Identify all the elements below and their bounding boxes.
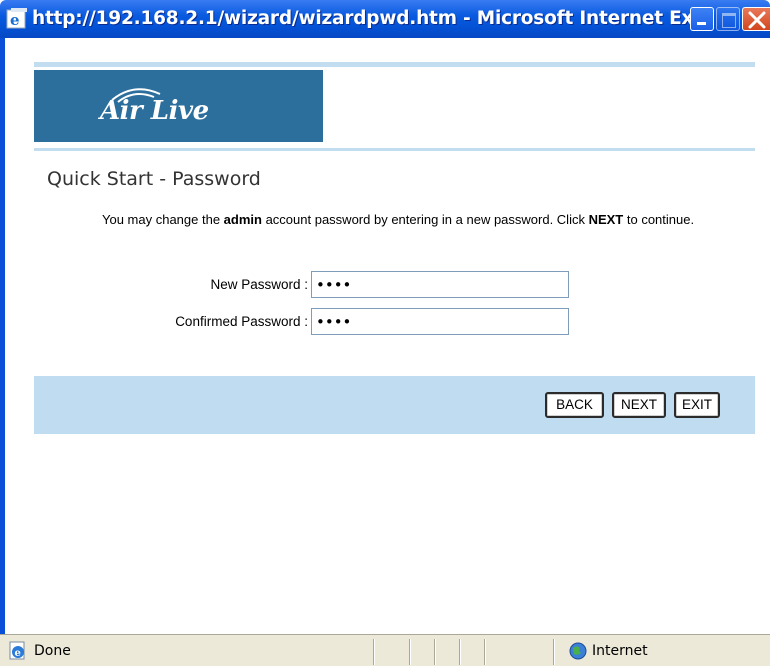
confirm-password-input[interactable] <box>311 308 569 335</box>
header-divider-top <box>34 62 755 67</box>
airlive-logo: Air Live <box>100 84 260 130</box>
internet-globe-icon <box>569 642 587 660</box>
confirm-password-label: Confirmed Password : <box>175 314 308 329</box>
status-separator <box>484 639 486 665</box>
new-password-input[interactable] <box>311 271 569 298</box>
security-zone-text: Internet <box>592 643 648 659</box>
close-button[interactable] <box>742 7 770 31</box>
page-content: Air Live Quick Start - Password You may … <box>5 38 770 634</box>
status-text: Done <box>34 643 71 659</box>
instructions-part: You may change the <box>102 212 224 227</box>
status-separator <box>409 639 411 665</box>
next-button[interactable]: NEXT <box>612 392 666 418</box>
header-divider-bottom <box>34 148 755 151</box>
instructions-part: to continue. <box>623 212 695 227</box>
instructions-part: account password by entering in a new pa… <box>261 212 589 227</box>
window-title-bar[interactable]: e http://192.168.2.1/wizard/wizardpwd.ht… <box>0 0 770 38</box>
instructions-admin: admin <box>223 212 262 227</box>
status-bar: e Done Internet <box>0 634 770 666</box>
back-button[interactable]: BACK <box>545 392 604 418</box>
airlive-banner: Air Live <box>34 70 323 142</box>
instructions-next: NEXT <box>588 212 624 227</box>
instructions-text: You may change the admin account passwor… <box>102 211 762 228</box>
svg-text:e: e <box>10 11 20 29</box>
status-separator <box>553 639 555 665</box>
minimize-button[interactable] <box>690 7 714 31</box>
status-separator <box>373 639 375 665</box>
close-icon <box>748 11 766 29</box>
new-password-label: New Password : <box>210 277 308 292</box>
logo-text: Air Live <box>100 96 209 126</box>
svg-text:e: e <box>15 648 21 659</box>
exit-button[interactable]: EXIT <box>674 392 720 418</box>
page-done-icon: e <box>9 641 25 660</box>
status-separator <box>459 639 461 665</box>
status-separator <box>434 639 436 665</box>
button-bar: BACK NEXT EXIT <box>34 376 755 434</box>
window-title: http://192.168.2.1/wizard/wizardpwd.htm … <box>32 8 714 29</box>
page-title: Quick Start - Password <box>47 168 261 190</box>
maximize-button[interactable] <box>716 7 740 31</box>
internet-explorer-icon: e <box>6 8 27 29</box>
